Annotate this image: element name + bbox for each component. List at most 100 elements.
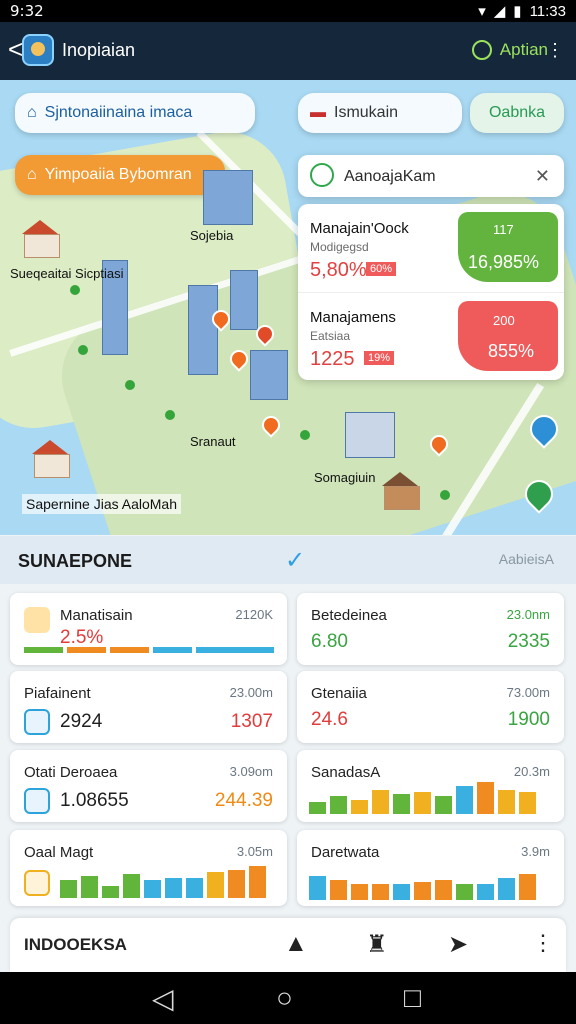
system-nav: ◁ ○ □ bbox=[0, 972, 576, 1024]
insight-2-title: Manajamens bbox=[310, 309, 396, 326]
back-nav-button[interactable]: ◁ bbox=[152, 982, 174, 1015]
card-value: 24.6 bbox=[311, 709, 348, 730]
recent-nav-button[interactable]: □ bbox=[404, 982, 421, 1014]
status-time-right: 11:33 bbox=[529, 2, 566, 20]
card-side: 3.05m bbox=[236, 844, 273, 859]
domed-building-icon bbox=[345, 412, 395, 458]
orange-location-pill[interactable]: ⌂ Yimpoaiia Bybomran bbox=[15, 155, 225, 195]
check-icon[interactable]: ✓ bbox=[285, 546, 305, 575]
museum-icon bbox=[24, 788, 50, 814]
card-value: 6.80 bbox=[311, 631, 348, 652]
insight-2-metric-bottom: 855% bbox=[488, 341, 535, 361]
map-label-2: Sueqeaitai Sicptiasi bbox=[10, 266, 124, 281]
card-value: 2924 bbox=[60, 711, 103, 732]
card-title: Piafainent bbox=[24, 685, 91, 702]
insight-1-metric: 117 16,985% bbox=[458, 212, 558, 282]
home-nav-button[interactable]: ○ bbox=[276, 982, 293, 1014]
insight-2-metric-top: 200 bbox=[493, 313, 515, 328]
card-title: SanadasA bbox=[311, 764, 381, 781]
location-pill[interactable]: ⌂ Sjntonaiinaina imaca bbox=[15, 93, 255, 133]
orange-house-icon: ⌂ bbox=[27, 166, 37, 183]
card-title: Otati Deroaea bbox=[24, 764, 118, 781]
app-bar: < Inopiaian Aptian ⋮ bbox=[0, 22, 576, 80]
stat-card-4[interactable]: Gtenaiia 73.00m 24.6 1900 bbox=[297, 671, 564, 743]
card-title: Manatisain bbox=[60, 607, 133, 624]
card-side: 23.0nm bbox=[506, 607, 550, 622]
card-title: Daretwata bbox=[311, 844, 380, 861]
section-filter[interactable]: AabieisA bbox=[499, 551, 554, 567]
progress-strip bbox=[24, 647, 274, 653]
roof-icon bbox=[22, 220, 58, 234]
status-bar: 9:32 ▾ ◢ ▮ 11:33 bbox=[0, 0, 576, 22]
back-icon[interactable]: < bbox=[8, 36, 23, 62]
insight-1-subtitle: Modigegsd bbox=[310, 240, 369, 254]
app-logo-icon bbox=[22, 34, 54, 66]
battery-icon: ▮ bbox=[513, 3, 522, 20]
stat-card-3[interactable]: Piafainent 23.00m 2924 1307 bbox=[10, 671, 287, 743]
card-value-secondary: 244.39 bbox=[214, 790, 273, 811]
analysis-title: AanoajaKam bbox=[344, 168, 436, 185]
map-label-4: Somagiuin bbox=[314, 470, 376, 485]
stat-card-6[interactable]: SanadasA 20.3m bbox=[297, 750, 564, 822]
mini-bar-chart bbox=[60, 866, 266, 898]
building-left-icon bbox=[203, 170, 253, 225]
refresh-icon bbox=[471, 40, 492, 60]
insight-row-1[interactable]: Manajain'Oock Modigegsd 5,80% 60% 117 16… bbox=[298, 204, 564, 292]
action-button[interactable]: Aptian bbox=[471, 40, 548, 60]
insight-1-value: 5,80% bbox=[310, 259, 367, 281]
insight-1-badge: 60% bbox=[366, 262, 397, 276]
search-input[interactable]: ▬ Ismukain bbox=[298, 93, 462, 133]
house-icon bbox=[34, 454, 70, 478]
stat-card-5[interactable]: Otati Deroaea 3.09om 1.08655 244.39 bbox=[10, 750, 287, 822]
action-label: Aptian bbox=[499, 40, 548, 59]
roof-icon bbox=[32, 440, 68, 454]
card-side: 3.09om bbox=[229, 764, 273, 779]
card-title: Oaal Magt bbox=[24, 844, 94, 861]
card-value: 2.5% bbox=[60, 627, 104, 648]
insight-row-2[interactable]: Manajamens Eatsiaa 1225 19% 200 855% bbox=[298, 292, 564, 380]
app-title: Inopiaian bbox=[62, 40, 136, 60]
card-value-secondary: 1900 bbox=[507, 709, 550, 730]
close-icon[interactable]: ✕ bbox=[535, 166, 550, 187]
card-title: Gtenaiia bbox=[311, 685, 367, 702]
orange-location-pill-label: Yimpoaiia Bybomran bbox=[44, 166, 192, 183]
search-button[interactable]: Oabnka bbox=[470, 93, 564, 133]
insight-1-title: Manajain'Oock bbox=[310, 220, 409, 237]
location-pill-label: Sjntonaiinaina imaca bbox=[44, 104, 193, 121]
map-label-3: Sranaut bbox=[190, 434, 236, 449]
signal-icon: ◢ bbox=[493, 3, 506, 20]
more-icon[interactable]: ⋮ bbox=[546, 40, 564, 61]
insight-2-value: 1225 bbox=[310, 348, 355, 370]
insight-2-subtitle: Eatsiaa bbox=[310, 329, 351, 343]
shield-icon bbox=[24, 607, 50, 633]
map-label-1: Sojebia bbox=[190, 228, 234, 243]
map-view[interactable]: ⌂ Sjntonaiinaina imaca ⌂ Yimpoaiia Bybom… bbox=[0, 80, 576, 535]
house-icon: ⌂ bbox=[27, 104, 37, 121]
status-time: 9:32 bbox=[10, 2, 44, 20]
stat-card-8[interactable]: Daretwata 3.9m bbox=[297, 830, 564, 906]
card-value-secondary: 2335 bbox=[507, 631, 550, 652]
card-side: 2120K bbox=[235, 607, 273, 622]
send-icon[interactable]: ➤ bbox=[448, 930, 468, 959]
stat-card-1[interactable]: Manatisain 2120K 2.5% bbox=[10, 593, 287, 665]
stat-card-2[interactable]: Betedeinea 23.0nm 6.80 2335 bbox=[297, 593, 564, 665]
insight-1-metric-bottom: 16,985% bbox=[468, 252, 540, 272]
mini-bar-chart bbox=[309, 782, 536, 814]
sun-icon bbox=[24, 870, 50, 896]
stat-card-7[interactable]: Oaal Magt 3.05m bbox=[10, 830, 287, 906]
mini-bar-chart bbox=[309, 868, 536, 900]
card-side: 23.00m bbox=[229, 685, 273, 700]
card-value-secondary: 1307 bbox=[230, 711, 273, 732]
house-icon bbox=[384, 486, 420, 510]
analysis-header[interactable]: AanoajaKam ✕ bbox=[298, 155, 564, 197]
flag-icon: ▬ bbox=[310, 104, 326, 121]
insight-2-metric: 200 855% bbox=[458, 301, 558, 371]
card-value: 1.08655 bbox=[60, 790, 129, 811]
wifi-icon: ▾ bbox=[478, 3, 486, 20]
card-title: Betedeinea bbox=[311, 607, 387, 624]
settings-icon[interactable]: ♜ bbox=[366, 930, 388, 959]
navigation-icon[interactable]: ▲ bbox=[284, 930, 308, 958]
card-side: 73.00m bbox=[506, 685, 550, 700]
section-title: SUNAEPONE bbox=[18, 551, 133, 571]
more-icon[interactable]: ⋮ bbox=[532, 930, 554, 956]
